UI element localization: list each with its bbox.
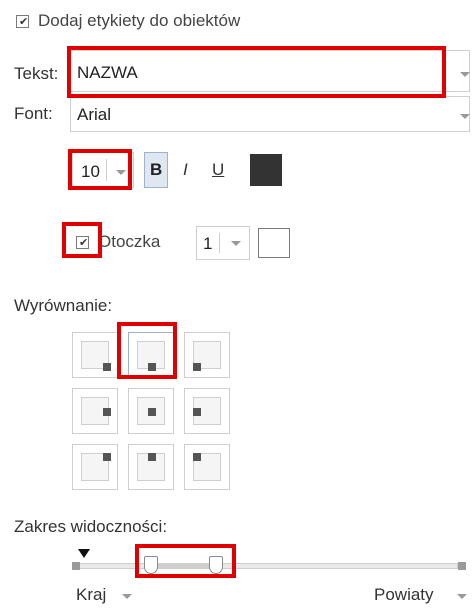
font-select[interactable]: Arial (70, 96, 470, 132)
align-top-left-button[interactable] (72, 332, 118, 378)
text-attribute-select[interactable]: NAZWA (70, 50, 470, 92)
current-scale-marker-icon (78, 549, 90, 558)
label-settings-panel: ✔ Dodaj etykiety do obiektów Tekst: NAZW… (0, 0, 472, 608)
italic-label: I (183, 160, 188, 179)
show-labels-label: Dodaj etykiety do obiektów (38, 11, 241, 30)
font-value: Arial (77, 105, 112, 124)
checkmark-icon: ✔ (79, 237, 89, 249)
halo-size-select[interactable]: 1 (196, 226, 250, 260)
alignment-label: Wyrównanie: (14, 296, 113, 315)
visibility-range-slider[interactable] (76, 563, 458, 569)
underline-button[interactable]: U (208, 152, 230, 188)
halo-checkbox[interactable]: ✔ (76, 236, 89, 249)
align-anchor-icon (148, 408, 156, 416)
text-field-label: Tekst: (14, 64, 59, 83)
align-bottom-center-button[interactable] (128, 444, 174, 490)
halo-size-divider (219, 233, 220, 253)
range-min-chevron-icon[interactable] (122, 594, 132, 599)
range-min-select[interactable]: Kraj (76, 585, 106, 605)
halo-size-value: 1 (203, 234, 213, 253)
align-middle-left-button[interactable] (72, 388, 118, 434)
font-size-divider (106, 159, 107, 181)
range-max-handle[interactable] (209, 556, 223, 574)
text-attribute-value: NAZWA (77, 63, 138, 82)
checkmark-icon: ✔ (19, 16, 29, 28)
italic-button[interactable]: I (178, 152, 196, 188)
align-anchor-icon (103, 453, 111, 461)
range-max-select[interactable]: Powiaty (374, 585, 434, 605)
align-anchor-icon (103, 363, 111, 371)
range-min-handle[interactable] (144, 556, 158, 574)
range-max-chevron-icon[interactable] (457, 594, 467, 599)
show-labels-checkbox[interactable]: ✔ (16, 15, 29, 28)
align-anchor-icon (193, 408, 201, 416)
font-size-chevron-icon[interactable] (116, 170, 126, 175)
align-top-right-button[interactable] (184, 332, 230, 378)
halo-label: Otoczka (98, 232, 161, 251)
slider-track-end (458, 562, 466, 570)
slider-track-start (72, 562, 80, 570)
align-bottom-left-button[interactable] (72, 444, 118, 490)
bold-button[interactable]: B (144, 152, 168, 188)
bold-label: B (150, 160, 163, 179)
underline-label: U (212, 160, 225, 179)
visibility-range-selection (150, 563, 218, 569)
align-anchor-icon (193, 363, 201, 371)
align-bottom-right-button[interactable] (184, 444, 230, 490)
halo-color-swatch[interactable] (258, 228, 290, 258)
text-dropdown-chevron-icon[interactable] (460, 72, 470, 77)
align-top-center-button[interactable] (128, 332, 174, 378)
halo-size-chevron-icon[interactable] (231, 241, 241, 246)
align-anchor-icon (103, 408, 111, 416)
align-anchor-icon (193, 453, 201, 461)
font-field-label: Font: (14, 104, 53, 123)
align-anchor-icon (148, 363, 156, 371)
font-size-value: 10 (81, 162, 100, 181)
align-middle-center-button[interactable] (128, 388, 174, 434)
text-color-swatch[interactable] (250, 154, 282, 186)
visibility-range-label: Zakres widoczności: (14, 517, 168, 536)
align-middle-right-button[interactable] (184, 388, 230, 434)
align-anchor-icon (148, 453, 156, 461)
font-dropdown-chevron-icon[interactable] (460, 114, 470, 119)
